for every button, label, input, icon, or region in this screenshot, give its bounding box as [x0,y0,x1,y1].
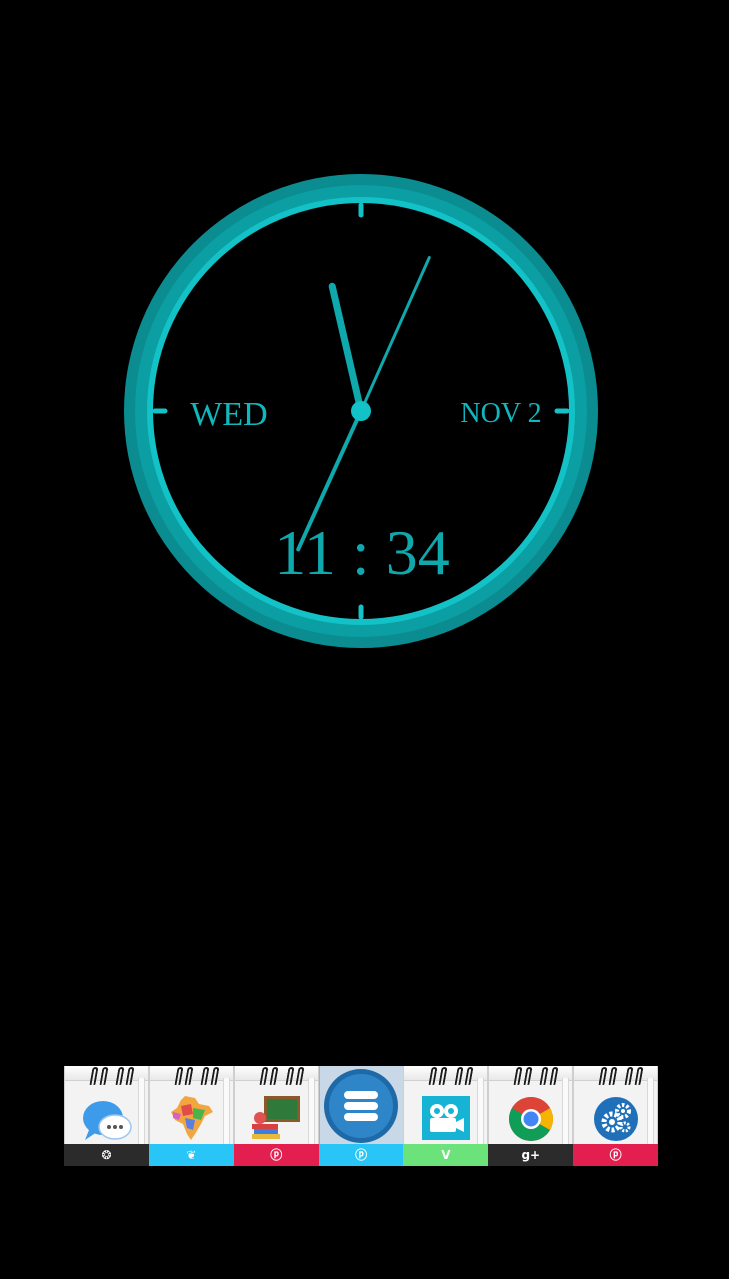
chrome-icon [508,1097,553,1141]
pinterest-badge: ⓟ [573,1144,659,1166]
drawer-tile [318,1066,404,1144]
twitter-icon: ❦ [186,1148,197,1162]
date-label: NOV 2 [460,398,541,429]
dock-item-education[interactable]: ⓟ [233,1066,319,1166]
notepad-frame [403,1066,489,1144]
notepad-frame [233,1066,319,1144]
dock-item-india-map[interactable]: ❦ [148,1066,234,1166]
notepad-frame [488,1066,574,1144]
notepad-frame [64,1066,149,1144]
menu-icon [324,1069,399,1143]
google-plus-icon: g+ [521,1148,541,1162]
pinterest-badge: ⓟ [318,1144,404,1166]
notepad-frame [148,1066,234,1144]
dock-item-video-camera[interactable]: V [403,1066,489,1166]
pinterest-icon: ⓟ [270,1148,283,1162]
gears-icon [593,1097,638,1141]
vine-icon: V [441,1148,451,1162]
github-icon: ❂ [101,1148,112,1162]
analog-clock-widget[interactable]: WED NOV 2 11 : 34 [0,0,729,700]
dock-item-chat[interactable]: ❂ [64,1066,149,1166]
github-badge: ❂ [64,1144,149,1166]
twitter-badge: ❦ [148,1144,234,1166]
dock-item-app-drawer[interactable]: ⓟ [318,1066,404,1166]
dock-item-settings[interactable]: ⓟ [573,1066,659,1166]
dock-item-chrome[interactable]: g+ [488,1066,574,1166]
clock-face: WED NOV 2 11 : 34 [124,174,598,648]
notepad-frame [573,1066,659,1144]
day-label: WED [190,396,267,433]
video-camera-icon [421,1096,470,1140]
chalkboard-books-icon [252,1096,301,1139]
clock-center-pin [351,401,371,421]
home-screen: WED NOV 2 11 : 34 ❂ ❦ ⓟ ⓟ V g+ ⓟ [0,0,729,1279]
chat-bubbles-icon [82,1101,132,1140]
pinterest-badge: ⓟ [233,1144,319,1166]
pinterest-icon: ⓟ [355,1148,368,1162]
digital-time-label: 11 : 34 [274,517,449,588]
app-dock: ❂ ❦ ⓟ ⓟ V g+ ⓟ [64,1066,659,1166]
google-plus-badge: g+ [488,1144,574,1166]
india-map-icon [171,1096,214,1140]
pinterest-icon: ⓟ [609,1148,622,1162]
vine-badge: V [403,1144,489,1166]
